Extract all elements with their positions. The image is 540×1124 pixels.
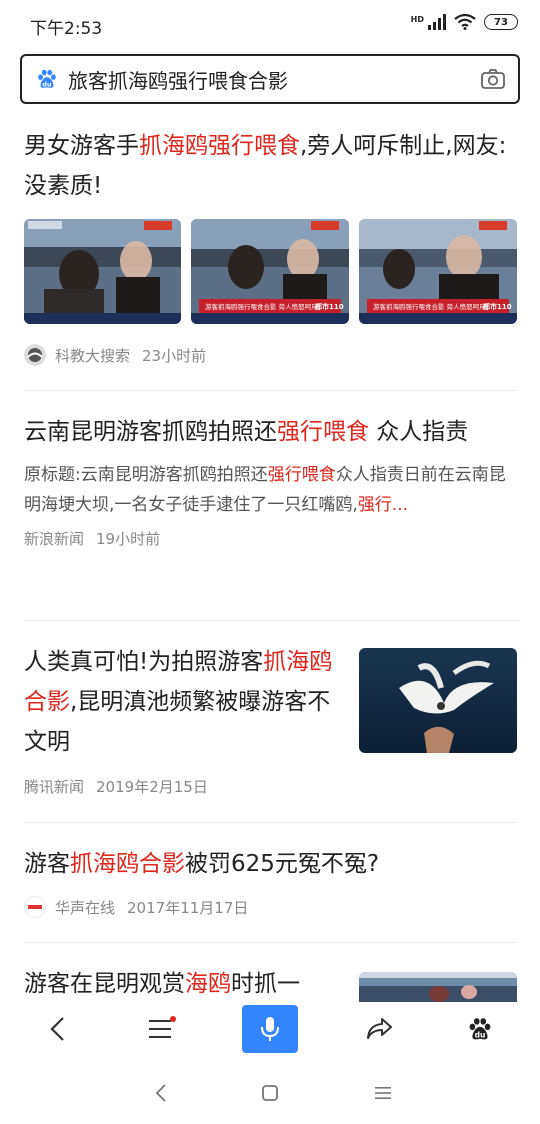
result-card[interactable]: 游客在昆明观赏海鸥时抓一 xyxy=(24,964,344,1004)
signal-icon xyxy=(428,14,446,30)
result-title[interactable]: 人类真可怕!为拍照游客抓海鸥合影,昆明滇池频繁被曝游客不文明 xyxy=(24,642,344,762)
menu-button[interactable] xyxy=(134,1005,190,1053)
divider xyxy=(24,942,518,943)
result-source: 新浪新闻 xyxy=(24,530,85,548)
divider xyxy=(24,822,518,823)
divider xyxy=(24,390,518,391)
wifi-icon xyxy=(454,14,476,30)
share-icon xyxy=(367,1018,392,1039)
news-video-frame xyxy=(24,219,181,324)
result-thumbnail[interactable] xyxy=(24,219,181,324)
divider xyxy=(24,620,518,621)
menu-icon xyxy=(149,1016,176,1038)
svg-text:du: du xyxy=(475,1031,486,1040)
nav-home-icon xyxy=(262,1085,278,1101)
status-bar: 下午2:53 HD 73 xyxy=(0,0,540,50)
result-source: 科教大搜索 xyxy=(55,346,131,365)
result-time: 2017年11月17日 xyxy=(127,898,249,917)
svg-text:du: du xyxy=(42,80,52,88)
result-meta: 新浪新闻 19小时前 xyxy=(24,528,518,549)
result-title[interactable]: 游客在昆明观赏海鸥时抓一 xyxy=(24,964,344,1004)
lake-photo xyxy=(359,972,517,1002)
search-input[interactable]: 旅客抓海鸥强行喂食合影 xyxy=(68,65,480,94)
back-button[interactable] xyxy=(30,1005,86,1053)
result-thumbnail[interactable]: 游客抓海鸥强行喂食合影 旁人愤怒呵斥 都市110 xyxy=(359,219,517,324)
result-thumbnail[interactable] xyxy=(359,972,517,1002)
voice-search-button[interactable] xyxy=(242,1005,298,1053)
nav-back-icon xyxy=(155,1084,166,1102)
result-meta: 华声在线 2017年11月17日 xyxy=(24,896,518,918)
result-thumbnail[interactable] xyxy=(359,648,517,753)
result-source: 腾讯新闻 xyxy=(24,778,85,796)
news-video-frame: 游客抓海鸥强行喂食合影 旁人愤怒呵斥 都市110 xyxy=(191,219,349,324)
result-time: 23小时前 xyxy=(142,346,207,365)
result-card[interactable]: 游客抓海鸥合影被罚625元冤不冤? 华声在线 2017年11月17日 xyxy=(24,844,518,918)
search-box[interactable]: du 旅客抓海鸥强行喂食合影 xyxy=(20,54,520,104)
baidu-home-button[interactable]: du xyxy=(452,1005,508,1053)
result-time: 2019年2月15日 xyxy=(96,778,208,796)
camera-icon[interactable] xyxy=(480,66,506,92)
system-nav-bar xyxy=(0,1062,540,1124)
hd-indicator: HD xyxy=(410,15,424,24)
result-meta: 科教大搜索 23小时前 xyxy=(24,344,518,366)
microphone-icon xyxy=(261,1017,279,1041)
result-title[interactable]: 游客抓海鸥合影被罚625元冤不冤? xyxy=(24,844,518,884)
source-avatar-icon xyxy=(24,344,46,366)
source-logo-icon xyxy=(24,896,46,918)
tv-ticker-text: 游客抓海鸥强行喂食合影 旁人愤怒呵斥 xyxy=(205,302,318,311)
result-card[interactable]: 云南昆明游客抓鸥拍照还强行喂食 众人指责 原标题:云南昆明游客抓鸥拍照还强行喂食… xyxy=(24,412,518,549)
result-source: 华声在线 xyxy=(55,898,116,917)
nav-recents-icon xyxy=(375,1087,391,1099)
result-title[interactable]: 云南昆明游客抓鸥拍照还强行喂食 众人指责 xyxy=(24,412,518,452)
status-time: 下午2:53 xyxy=(30,19,103,39)
tv-ticker-logo: 都市110 xyxy=(314,302,344,311)
back-icon xyxy=(50,1017,64,1041)
result-title[interactable]: 男女游客手抓海鸥强行喂食,旁人呵斥制止,网友:没素质! xyxy=(24,126,518,206)
result-thumbnail[interactable]: 游客抓海鸥强行喂食合影 旁人愤怒呵斥 都市110 xyxy=(191,219,349,324)
result-summary: 原标题:云南昆明游客抓鸥拍照还强行喂食众人指责日前在云南昆明海埂大坝,一名女子徒… xyxy=(24,465,506,515)
baidu-paw-icon: du xyxy=(469,1018,491,1040)
status-icons: HD 73 xyxy=(411,14,518,30)
system-home-button[interactable] xyxy=(250,1076,290,1110)
share-button[interactable] xyxy=(351,1005,407,1053)
battery-indicator: 73 xyxy=(484,14,518,30)
seagull-photo xyxy=(359,648,517,753)
result-time: 19小时前 xyxy=(96,530,161,548)
result-card[interactable]: 人类真可怕!为拍照游客抓海鸥合影,昆明滇池频繁被曝游客不文明 xyxy=(24,642,344,762)
result-meta: 腾讯新闻 2019年2月15日 xyxy=(24,776,518,797)
bottom-toolbar: du xyxy=(0,1002,540,1058)
tv-ticker-text: 游客抓海鸥强行喂食合影 旁人愤怒呵斥 xyxy=(373,302,486,311)
result-card[interactable]: 男女游客手抓海鸥强行喂食,旁人呵斥制止,网友:没素质! xyxy=(24,126,518,206)
news-video-frame: 游客抓海鸥强行喂食合影 旁人愤怒呵斥 都市110 xyxy=(359,219,517,324)
tv-ticker-logo: 都市110 xyxy=(482,302,512,311)
system-back-button[interactable] xyxy=(141,1076,181,1110)
baidu-paw-icon: du xyxy=(38,69,56,88)
system-recents-button[interactable] xyxy=(363,1076,403,1110)
